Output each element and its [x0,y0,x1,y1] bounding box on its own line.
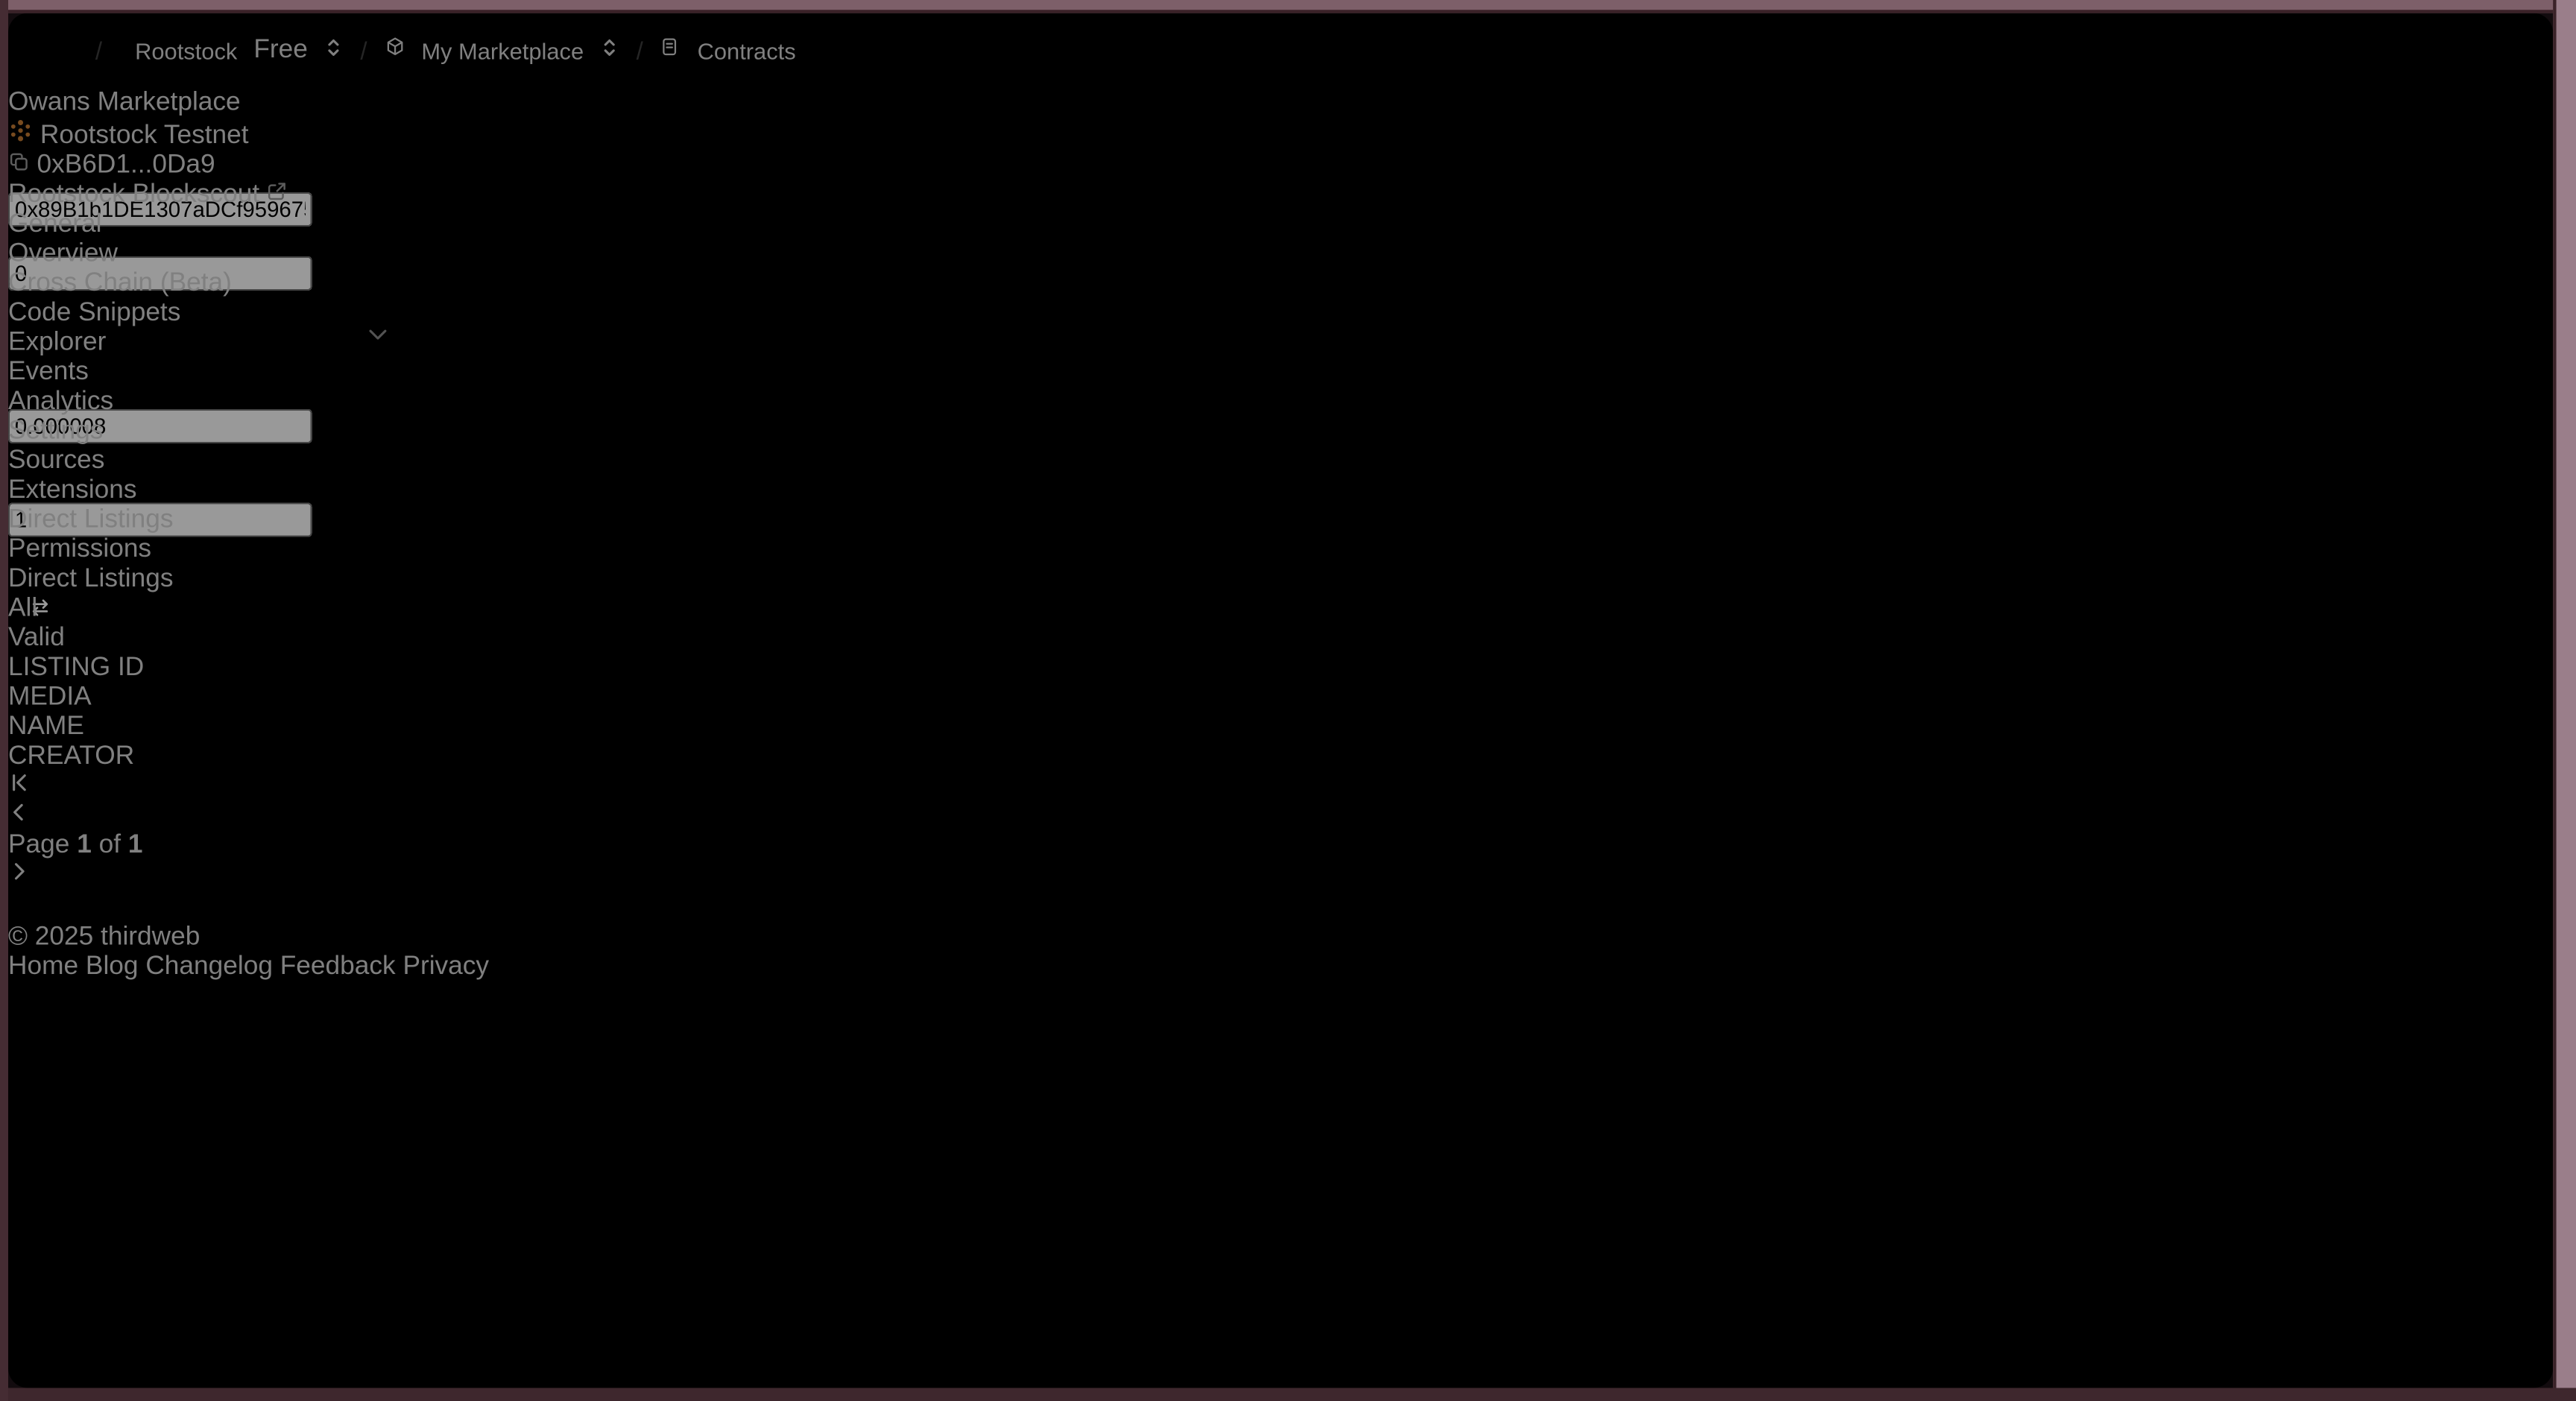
window-frame-top [0,0,2576,13]
screenshot-viewport: / Rootstock Free / My Marketplace / Cont… [0,0,2576,1401]
modal-dim-overlay[interactable] [8,13,2554,1388]
window-frame-right [2553,0,2576,1401]
window-frame-left [0,0,9,1401]
app-window: / Rootstock Free / My Marketplace / Cont… [8,13,2554,1388]
window-frame-bottom [0,1388,2576,1401]
